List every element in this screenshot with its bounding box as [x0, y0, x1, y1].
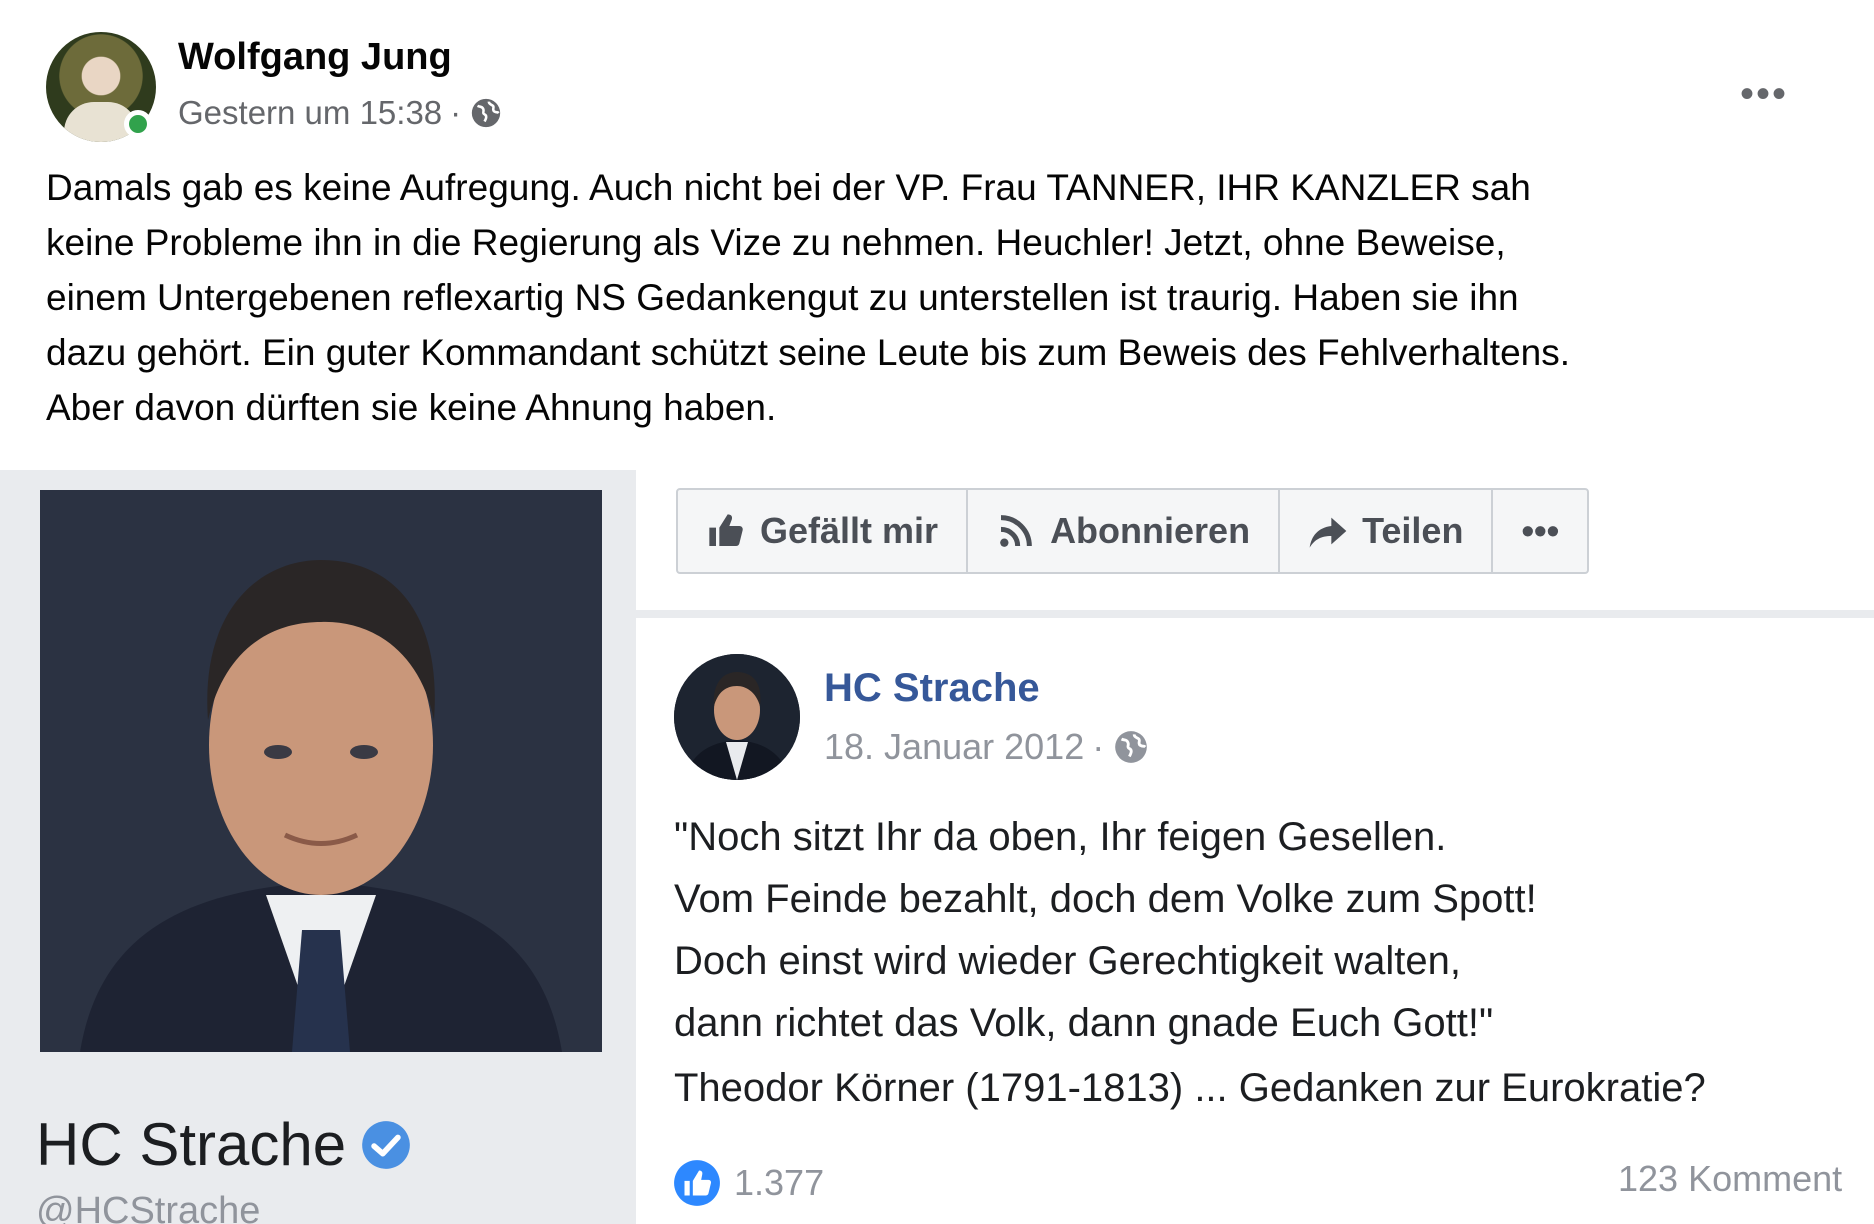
share-label: Teilen: [1362, 510, 1464, 551]
share-button[interactable]: Teilen: [1280, 490, 1494, 572]
rss-icon: [1000, 515, 1032, 547]
follow-button[interactable]: Abonnieren: [968, 490, 1281, 572]
profile-name-label: HC Strache: [36, 1111, 347, 1178]
embedded-post: HC Strache 18. Januar 2012 · "Noch sitzt…: [636, 618, 1874, 1224]
post-timestamp[interactable]: Gestern um 15:38: [178, 94, 442, 132]
embedded-author-name[interactable]: HC Strache: [824, 666, 1040, 711]
globe-icon: [1115, 731, 1148, 763]
page-action-bar: Gefällt mir Abonnieren Teilen •••: [676, 488, 1590, 574]
like-page-label: Gefällt mir: [760, 510, 939, 551]
more-icon: •••: [1521, 510, 1560, 551]
embedded-author-avatar[interactable]: [674, 654, 800, 780]
embedded-post-meta: 18. Januar 2012 ·: [824, 726, 1150, 768]
follow-label: Abonnieren: [1050, 510, 1251, 551]
share-arrow-icon: [1309, 517, 1347, 548]
embedded-meta-separator: ·: [1092, 726, 1105, 767]
like-count: 1.377: [734, 1162, 825, 1203]
post-meta: Gestern um 15:38 ·: [178, 94, 503, 132]
like-page-button[interactable]: Gefällt mir: [678, 490, 969, 572]
reaction-summary[interactable]: 1.377: [672, 1158, 824, 1208]
more-actions-button[interactable]: •••: [1493, 490, 1587, 572]
embedded-post-date[interactable]: 18. Januar 2012: [824, 726, 1084, 768]
post-header: Wolfgang Jung Gestern um 15:38 · •••: [46, 32, 1846, 144]
verified-badge-icon: [362, 1120, 410, 1169]
profile-name[interactable]: HC Strache: [36, 1110, 412, 1179]
online-status-indicator: [124, 110, 152, 138]
embedded-post-quote: "Noch sitzt Ihr da oben, Ihr feigen Gese…: [674, 815, 1537, 1045]
shared-screenshot: HC Strache @HCStrache Gefällt mir Abonni…: [0, 470, 1874, 1224]
profile-handle[interactable]: @HCStrache: [36, 1190, 260, 1224]
profile-photo: [40, 490, 602, 1052]
post-text: Damals gab es keine Aufregung. Auch nich…: [46, 167, 1571, 428]
more-options-button[interactable]: •••: [1740, 74, 1788, 114]
comment-count[interactable]: 123 Komment: [1618, 1158, 1842, 1200]
globe-icon[interactable]: [469, 96, 503, 130]
thumbs-up-icon: [709, 514, 743, 546]
post-author-name[interactable]: Wolfgang Jung: [178, 36, 452, 79]
meta-separator: ·: [450, 94, 462, 131]
like-reaction-icon: [674, 1160, 720, 1206]
embedded-post-attribution: Theodor Körner (1791-1813) ... Gedanken …: [674, 1066, 1706, 1110]
